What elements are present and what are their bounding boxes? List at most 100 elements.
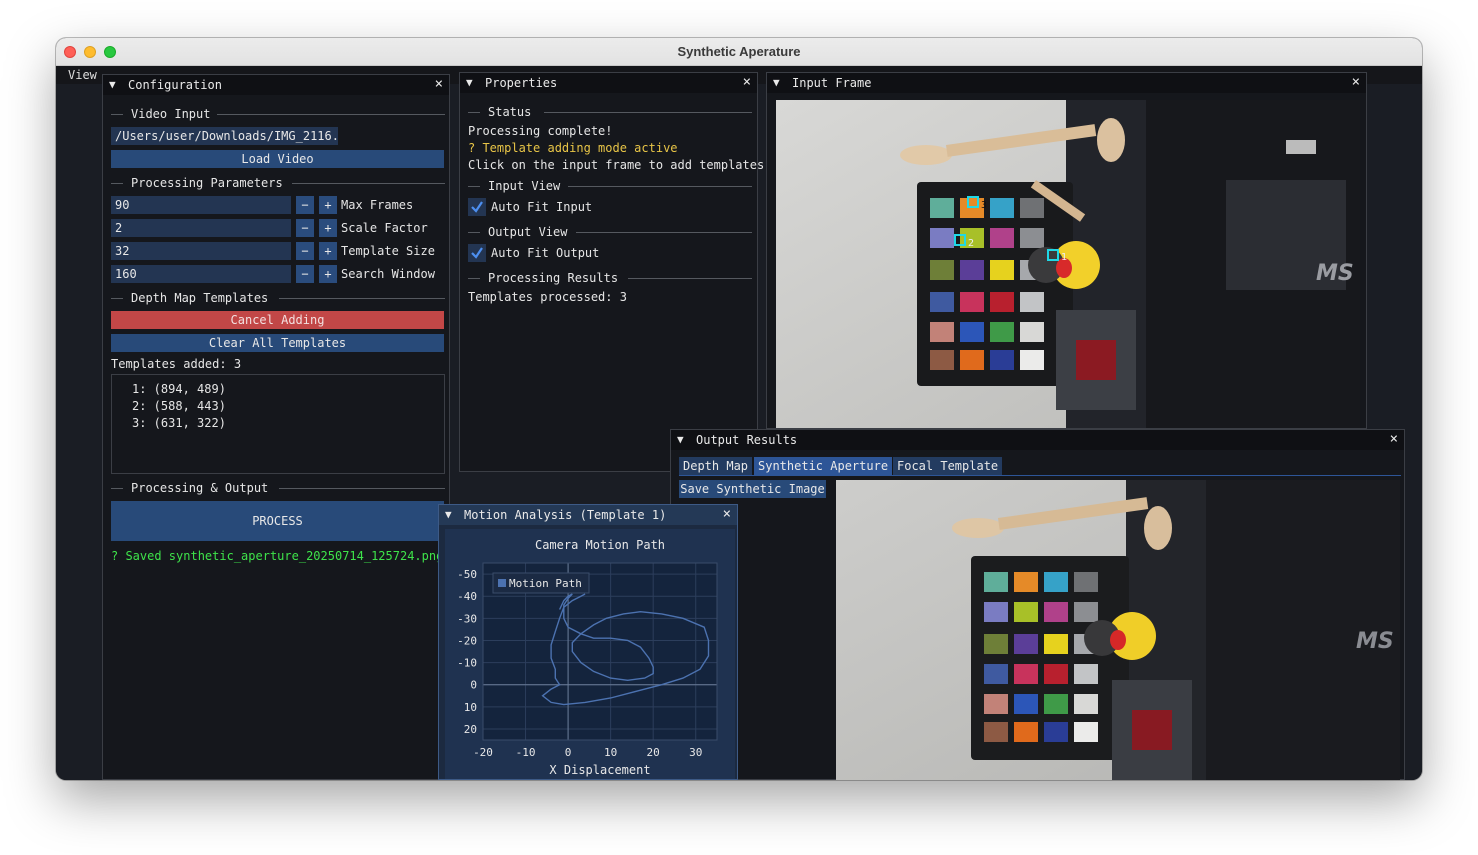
svg-text:MS: MS (1356, 629, 1394, 654)
y-tick-label: -20 (457, 634, 477, 647)
title-bar: Synthetic Aperature (56, 38, 1422, 66)
auto-fit-output-label[interactable]: Auto Fit Output (491, 246, 599, 260)
motion-analysis-title: Motion Analysis (Template 1) (464, 508, 667, 522)
max-frames-plus-button[interactable]: + (319, 196, 337, 214)
video-path-input[interactable]: /Users/user/Downloads/IMG_2116.M (111, 127, 338, 145)
chart-title: Camera Motion Path (535, 538, 665, 552)
tab-depth-map[interactable]: Depth Map (679, 457, 753, 475)
menu-view[interactable]: View (68, 68, 97, 82)
auto-fit-output-checkbox[interactable] (468, 244, 486, 262)
close-icon[interactable]: × (435, 76, 443, 92)
properties-panel: ▼ Properties × Status Processing complet… (459, 72, 771, 472)
output-results-titlebar[interactable]: ▼ Output Results × (671, 430, 1404, 450)
input-frame-image[interactable]: MS 3 2 1 (776, 100, 1360, 428)
section-processing-results: Processing Results (468, 271, 752, 285)
close-icon[interactable]: × (1390, 431, 1398, 447)
y-tick-label: 0 (470, 679, 477, 692)
synthetic-aperture-image: MS (836, 480, 1400, 780)
close-icon[interactable]: × (743, 74, 751, 90)
collapse-triangle-icon[interactable]: ▼ (445, 508, 452, 521)
configuration-title: Configuration (128, 78, 222, 92)
section-status: Status (468, 105, 752, 119)
section-depth-map-templates: Depth Map Templates (111, 291, 445, 305)
configuration-panel: ▼ Configuration × Video Input /Users/use… (102, 74, 450, 780)
output-results-panel: ▼ Output Results × Depth Map Synthetic A… (670, 429, 1405, 780)
input-frame-titlebar[interactable]: ▼ Input Frame × (767, 73, 1366, 93)
tab-synthetic-aperture[interactable]: Synthetic Aperture (754, 457, 893, 475)
output-results-title: Output Results (696, 433, 798, 447)
collapse-triangle-icon[interactable]: ▼ (109, 78, 116, 91)
template-size-label: Template Size (341, 244, 435, 258)
template-size-plus-button[interactable]: + (319, 242, 337, 260)
x-tick-label: -20 (473, 746, 493, 759)
scale-factor-minus-button[interactable]: − (296, 219, 314, 237)
collapse-triangle-icon[interactable]: ▼ (466, 76, 473, 89)
list-item[interactable]: 2: (588, 443) (132, 399, 226, 413)
close-icon[interactable]: × (1352, 74, 1360, 90)
collapse-triangle-icon[interactable]: ▼ (677, 433, 684, 446)
section-processing-parameters: Processing Parameters (111, 176, 445, 190)
legend-swatch (498, 579, 506, 587)
close-icon[interactable]: × (723, 506, 731, 522)
template-mode-text: ? Template adding mode active (468, 141, 678, 155)
x-tick-label: 30 (689, 746, 702, 759)
template-size-input[interactable]: 32 (111, 242, 291, 260)
list-item[interactable]: 1: (894, 489) (132, 382, 226, 396)
load-video-button[interactable]: Load Video (111, 150, 444, 168)
configuration-titlebar[interactable]: ▼ Configuration × (103, 75, 449, 95)
y-tick-label: -40 (457, 590, 477, 603)
click-hint-text: Click on the input frame to add template… (468, 158, 772, 172)
section-processing-output: Processing & Output (111, 481, 445, 495)
templates-added-label: Templates added: 3 (111, 357, 242, 371)
tab-focal-template[interactable]: Focal Template (893, 457, 1003, 475)
motion-analysis-titlebar[interactable]: ▼ Motion Analysis (Template 1) × (439, 505, 737, 525)
cancel-adding-button[interactable]: Cancel Adding (111, 311, 444, 329)
templates-processed-text: Templates processed: 3 (468, 290, 627, 304)
y-tick-label: -50 (457, 568, 477, 581)
max-frames-minus-button[interactable]: − (296, 196, 314, 214)
marker-label: 1 (1061, 252, 1067, 263)
clear-all-templates-button[interactable]: Clear All Templates (111, 334, 444, 352)
list-item[interactable]: 3: (631, 322) (132, 416, 226, 430)
properties-title: Properties (485, 76, 558, 90)
saved-status-text: ? Saved synthetic_aperture_20250714_1257… (111, 549, 444, 563)
camera-motion-chart[interactable]: Camera Motion Path -20 -10 0 10 20 30 -50 -40 -30… (445, 529, 735, 779)
auto-fit-input-label[interactable]: Auto Fit Input (491, 200, 592, 214)
y-tick-label: 20 (464, 723, 477, 736)
y-tick-label: -10 (457, 657, 477, 670)
x-tick-label: 10 (604, 746, 617, 759)
process-button[interactable]: PROCESS (111, 501, 444, 541)
search-window-plus-button[interactable]: + (319, 265, 337, 283)
save-synthetic-image-button[interactable]: Save Synthetic Image (679, 480, 826, 498)
search-window-label: Search Window (341, 267, 435, 281)
properties-titlebar[interactable]: ▼ Properties × (460, 73, 757, 93)
window-title: Synthetic Aperature (677, 44, 801, 59)
search-window-minus-button[interactable]: − (296, 265, 314, 283)
template-size-minus-button[interactable]: − (296, 242, 314, 260)
status-text: Processing complete! (468, 124, 613, 138)
y-tick-label: 10 (464, 701, 477, 714)
scale-factor-plus-button[interactable]: + (319, 219, 337, 237)
tab-underline (679, 475, 1401, 476)
max-frames-input[interactable]: 90 (111, 196, 291, 214)
legend-label: Motion Path (509, 577, 582, 590)
scale-factor-input[interactable]: 2 (111, 219, 291, 237)
motion-analysis-panel: ▼ Motion Analysis (Template 1) × Camera … (438, 504, 738, 780)
auto-fit-input-checkbox[interactable] (468, 198, 486, 216)
app-window: Synthetic Aperature View ▼ Configuration… (56, 38, 1422, 780)
search-window-input[interactable]: 160 (111, 265, 291, 283)
marker-label: 3 (981, 200, 987, 211)
checkmark-icon (471, 201, 483, 213)
scale-factor-label: Scale Factor (341, 221, 428, 235)
x-tick-label: 20 (647, 746, 660, 759)
x-axis-label: X Displacement (549, 763, 650, 777)
section-output-view: Output View (468, 225, 752, 239)
template-list[interactable]: 1: (894, 489) 2: (588, 443) 3: (631, 322… (111, 374, 445, 474)
input-frame-panel: ▼ Input Frame × MS 3 2 1 (766, 72, 1367, 429)
checkmark-icon (471, 247, 483, 259)
x-tick-label: -10 (516, 746, 536, 759)
svg-text:MS: MS (1316, 261, 1354, 286)
output-scene-image: MS (836, 480, 1400, 780)
collapse-triangle-icon[interactable]: ▼ (773, 76, 780, 89)
x-tick-label: 0 (565, 746, 572, 759)
